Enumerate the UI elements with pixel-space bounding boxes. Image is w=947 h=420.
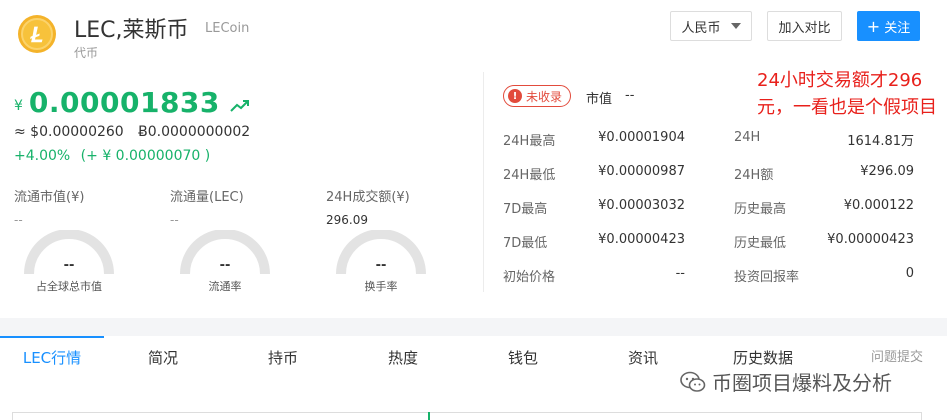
detail-value: ¥0.00000423 [827, 232, 914, 247]
vertical-divider [483, 72, 484, 292]
change-absolute: (+ ¥ 0.00000070 ) [80, 148, 211, 164]
price-btc: Ƀ0.0000000002 [138, 124, 251, 140]
trend-up-icon [230, 99, 249, 112]
litecoin-logo-icon [18, 15, 56, 53]
stat-value: -- [170, 213, 179, 227]
gauge-turnover-rate: -- 换手率 [333, 230, 429, 294]
coin-subtitle: LECoin [205, 21, 250, 36]
gauge-value: -- [219, 258, 231, 273]
detail-label: 24H [734, 130, 761, 145]
add-compare-button[interactable]: 加入对比 [767, 11, 842, 41]
gauge-value: -- [63, 258, 75, 273]
wechat-icon [680, 371, 706, 392]
plus-icon: + [866, 16, 881, 36]
detail-label: 投资回报率 [734, 270, 800, 285]
add-compare-label: 加入对比 [778, 20, 831, 36]
stat-label: 流通市值(¥) [14, 190, 85, 205]
price-conversions: ≈ $0.00000260 Ƀ0.0000000002 [14, 124, 260, 140]
currency-select-label: 人民币 [681, 20, 721, 36]
coin-title: LEC,莱斯币 [74, 18, 189, 43]
detail-value: 1614.81万 [847, 134, 914, 149]
stat-market-cap: 流通市值(¥) -- [14, 186, 84, 227]
detail-label: 7D最高 [503, 202, 548, 217]
tab-popularity[interactable]: 热度 [354, 336, 452, 380]
stat-label: 24H成交额(¥) [326, 190, 410, 205]
current-price: 0.00001833 [28, 86, 220, 119]
detail-value: ¥0.000122 [843, 198, 914, 213]
gauge-value: -- [375, 258, 387, 273]
annotation-overlay: 24小时交易额才296元，一看也是个假项目 [757, 70, 937, 118]
detail-label: 历史最低 [734, 236, 787, 251]
detail-value: -- [675, 266, 685, 281]
watermark-text: 币圈项目爆料及分析 [712, 371, 892, 395]
coin-overview-card: LEC,莱斯币 LECoin 代币 人民币 加入对比 + 关注 ¥ 0.0000… [0, 0, 947, 318]
tab-lec-market[interactable]: LEC行情 [0, 336, 104, 380]
unlisted-badge: ! 未收录 [503, 85, 572, 107]
detail-value: ¥296.09 [860, 164, 914, 179]
change-percent: +4.00% [14, 148, 71, 164]
detail-label: 24H最低 [503, 168, 556, 183]
detail-label: 24H额 [734, 168, 774, 183]
detail-label: 初始价格 [503, 270, 556, 285]
follow-label: 关注 [884, 20, 911, 36]
stat-label: 流通量(LEC) [170, 190, 244, 205]
currency-select[interactable]: 人民币 [670, 11, 752, 41]
stat-value: -- [14, 213, 23, 227]
tab-overview[interactable]: 简况 [114, 336, 212, 380]
price-usd: ≈ $0.00000260 [14, 124, 124, 140]
detail-label: 7D最低 [503, 236, 548, 251]
gauge-label: 占全球总市值 [36, 280, 102, 293]
gauge-circulation-rate: -- 流通率 [177, 230, 273, 294]
chart-frame [12, 412, 922, 420]
detail-label: 24H最高 [503, 134, 556, 149]
market-cap-value: -- [625, 88, 635, 103]
badge-label: 未收录 [526, 89, 563, 104]
gauge-label: 换手率 [364, 280, 398, 293]
detail-value: ¥0.00000987 [598, 164, 685, 179]
stat-value: 296.09 [326, 213, 368, 227]
stat-24h-volume: 24H成交额(¥) 296.09 [326, 186, 410, 227]
stat-circulating-supply: 流通量(LEC) -- [170, 186, 244, 227]
tab-news[interactable]: 资讯 [594, 336, 692, 380]
detail-value: ¥0.00000423 [598, 232, 685, 247]
detail-label: 历史最高 [734, 202, 787, 217]
price-row: ¥ 0.00001833 [14, 86, 250, 119]
detail-value: ¥0.00003032 [598, 198, 685, 213]
tab-holders[interactable]: 持币 [234, 336, 332, 380]
market-cap-label: 市值 [586, 92, 613, 107]
caret-down-icon [730, 23, 741, 29]
coin-type: 代币 [74, 46, 99, 60]
tab-wallet[interactable]: 钱包 [474, 336, 572, 380]
detail-value: 0 [905, 266, 914, 281]
gauge-label: 流通率 [208, 280, 242, 293]
chart-marker [428, 412, 430, 420]
price-currency-symbol: ¥ [14, 97, 23, 114]
watermark: 币圈项目爆料及分析 [680, 367, 892, 396]
follow-button[interactable]: + 关注 [857, 11, 920, 41]
gauge-global-share: -- 占全球总市值 [21, 230, 117, 294]
price-change: +4.00% (+ ¥ 0.00000070 ) [14, 148, 210, 164]
alert-icon: ! [508, 89, 522, 103]
detail-value: ¥0.00001904 [598, 130, 685, 145]
